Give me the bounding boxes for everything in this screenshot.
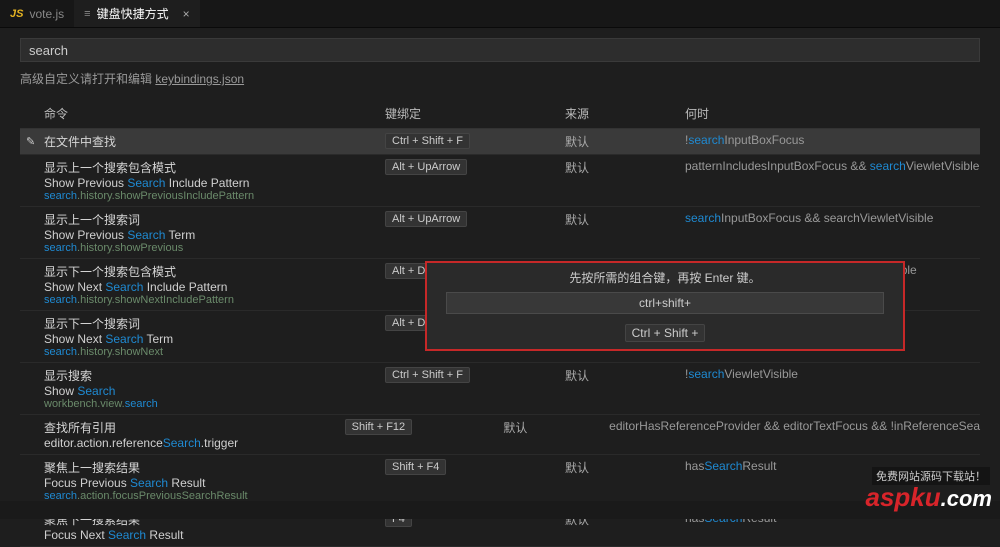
cell-source: 默认 — [565, 133, 685, 150]
cell-command: 查找所有引用editor.action.referenceSearch.trig… — [20, 419, 345, 450]
header-command: 命令 — [20, 105, 385, 122]
cell-source: 默认 — [565, 367, 685, 384]
cell-when: !searchInputBoxFocus — [685, 133, 980, 147]
table-header: 命令 键绑定 来源 何时 — [20, 101, 980, 129]
tab-votejs[interactable]: JS vote.js — [0, 0, 74, 27]
cell-keybinding: Ctrl + Shift + F — [385, 367, 565, 383]
tab-label: 键盘快捷方式 — [97, 5, 169, 22]
cell-command: 显示上一个搜索词Show Previous Search Termsearch.… — [20, 211, 385, 254]
cell-command: 显示下一个搜索包含模式Show Next Search Include Patt… — [20, 263, 385, 306]
tab-label: vote.js — [29, 7, 64, 21]
edit-icon[interactable]: ✎ — [26, 135, 35, 148]
keybindings-json-link[interactable]: keybindings.json — [155, 72, 244, 86]
close-icon[interactable]: × — [183, 7, 190, 21]
keyboard-icon: ≡ — [84, 8, 90, 20]
cell-keybinding: Ctrl + Shift + F — [385, 133, 565, 149]
search-input[interactable] — [20, 38, 980, 62]
cell-command: ✎在文件中查找 — [20, 133, 385, 150]
table-row[interactable]: 显示搜索Show Searchworkbench.view.searchCtrl… — [20, 363, 980, 415]
keybinding-input[interactable] — [446, 292, 884, 314]
cell-keybinding: Shift + F12 — [345, 419, 504, 435]
cell-when: searchInputBoxFocus && searchViewletVisi… — [685, 211, 980, 225]
cell-when: patternIncludesInputBoxFocus && searchVi… — [685, 159, 980, 173]
table-row[interactable]: 显示上一个搜索包含模式Show Previous Search Include … — [20, 155, 980, 207]
watermark: aspku.com — [865, 482, 992, 513]
cell-when: editorHasReferenceProvider && editorText… — [609, 419, 980, 433]
cell-keybinding: Alt + UpArrow — [385, 159, 565, 175]
status-bar — [0, 501, 1000, 519]
modal-key-hint: Ctrl + Shift + — [625, 324, 706, 342]
table-row[interactable]: 聚焦上一搜索结果Focus Previous Search Resultsear… — [20, 455, 980, 507]
cell-command: 聚焦上一搜索结果Focus Previous Search Resultsear… — [20, 459, 385, 502]
header-source: 来源 — [565, 105, 685, 122]
table-row[interactable]: 查找所有引用editor.action.referenceSearch.trig… — [20, 415, 980, 455]
cell-command: 显示搜索Show Searchworkbench.view.search — [20, 367, 385, 410]
cell-command: 显示上一个搜索包含模式Show Previous Search Include … — [20, 159, 385, 202]
cell-source: 默认 — [503, 419, 609, 436]
table-row[interactable]: ✎在文件中查找Ctrl + Shift + F默认!searchInputBox… — [20, 129, 980, 155]
tab-bar: JS vote.js ≡ 键盘快捷方式 × — [0, 0, 1000, 28]
cell-keybinding: Shift + F4 — [385, 459, 565, 475]
modal-title: 先按所需的组合键，再按 Enter 键。 — [569, 269, 760, 286]
header-keybinding: 键绑定 — [385, 105, 565, 122]
custom-hint: 高级自定义请打开和编辑 keybindings.json — [20, 70, 980, 87]
keybinding-input-modal: 先按所需的组合键，再按 Enter 键。 Ctrl + Shift + — [425, 261, 905, 351]
cell-source: 默认 — [565, 159, 685, 176]
cell-when: !searchViewletVisible — [685, 367, 980, 381]
tab-keyboard-shortcuts[interactable]: ≡ 键盘快捷方式 × — [74, 0, 199, 27]
javascript-icon: JS — [10, 8, 23, 20]
cell-source: 默认 — [565, 211, 685, 228]
header-when: 何时 — [685, 105, 980, 122]
table-row[interactable]: 显示上一个搜索词Show Previous Search Termsearch.… — [20, 207, 980, 259]
cell-command: 显示下一个搜索词Show Next Search Termsearch.hist… — [20, 315, 385, 358]
cell-keybinding: Alt + UpArrow — [385, 211, 565, 227]
cell-source: 默认 — [565, 459, 685, 476]
